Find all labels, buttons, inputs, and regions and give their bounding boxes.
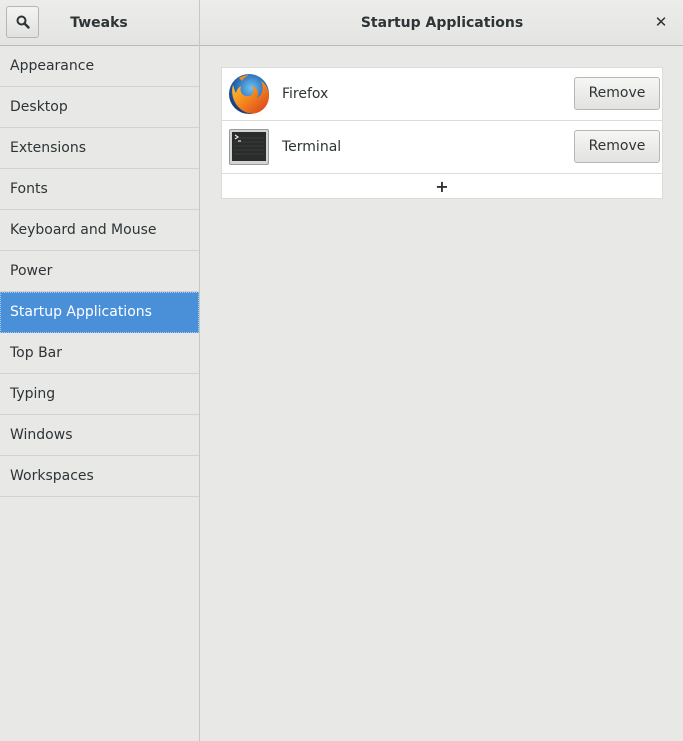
app-name: Terminal (282, 139, 342, 155)
search-icon (16, 15, 30, 29)
app-name: Firefox (282, 86, 329, 102)
sidebar-item-label: Top Bar (10, 345, 63, 361)
terminal-icon (229, 129, 269, 165)
sidebar-item-fonts[interactable]: Fonts (0, 169, 199, 210)
sidebar-item-workspaces[interactable]: Workspaces (0, 456, 199, 497)
sidebar-item-startup-applications[interactable]: Startup Applications (0, 292, 199, 333)
sidebar-item-label: Fonts (10, 181, 48, 197)
sidebar-item-windows[interactable]: Windows (0, 415, 199, 456)
sidebar-item-label: Workspaces (10, 468, 94, 484)
sidebar: Appearance Desktop Extensions Fonts Keyb… (0, 46, 200, 741)
app-title: Tweaks (70, 15, 128, 31)
sidebar-item-label: Startup Applications (10, 304, 152, 320)
panel-title: Startup Applications (360, 15, 524, 31)
sidebar-item-appearance[interactable]: Appearance (0, 46, 199, 87)
sidebar-item-label: Desktop (10, 99, 68, 115)
firefox-icon (229, 74, 269, 114)
list-item-terminal: Terminal Remove (222, 121, 662, 174)
sidebar-item-label: Keyboard and Mouse (10, 222, 157, 238)
sidebar-item-label: Typing (10, 386, 56, 402)
sidebar-item-label: Power (10, 263, 53, 279)
remove-button[interactable]: Remove (574, 130, 660, 163)
main-panel: Firefox Remove Terminal Remove + (201, 46, 683, 741)
close-button[interactable]: ✕ (651, 12, 671, 32)
sidebar-item-label: Windows (10, 427, 73, 443)
remove-button[interactable]: Remove (574, 77, 660, 110)
tweaks-window: Tweaks Startup Applications ✕ Appearance… (0, 0, 683, 741)
sidebar-item-label: Extensions (10, 140, 87, 156)
startup-app-list: Firefox Remove Terminal Remove + (221, 67, 663, 199)
list-item-firefox: Firefox Remove (222, 68, 662, 121)
sidebar-item-power[interactable]: Power (0, 251, 199, 292)
sidebar-item-desktop[interactable]: Desktop (0, 87, 199, 128)
add-application-button[interactable]: + (222, 174, 662, 198)
sidebar-item-keyboard-and-mouse[interactable]: Keyboard and Mouse (0, 210, 199, 251)
close-icon: ✕ (654, 13, 668, 31)
sidebar-item-extensions[interactable]: Extensions (0, 128, 199, 169)
plus-icon: + (435, 176, 449, 196)
sidebar-item-typing[interactable]: Typing (0, 374, 199, 415)
sidebar-item-top-bar[interactable]: Top Bar (0, 333, 199, 374)
header-left-pane: Tweaks (0, 0, 200, 46)
header-bar: Tweaks Startup Applications ✕ (0, 0, 683, 46)
sidebar-item-label: Appearance (10, 58, 95, 74)
search-button[interactable] (6, 6, 39, 38)
